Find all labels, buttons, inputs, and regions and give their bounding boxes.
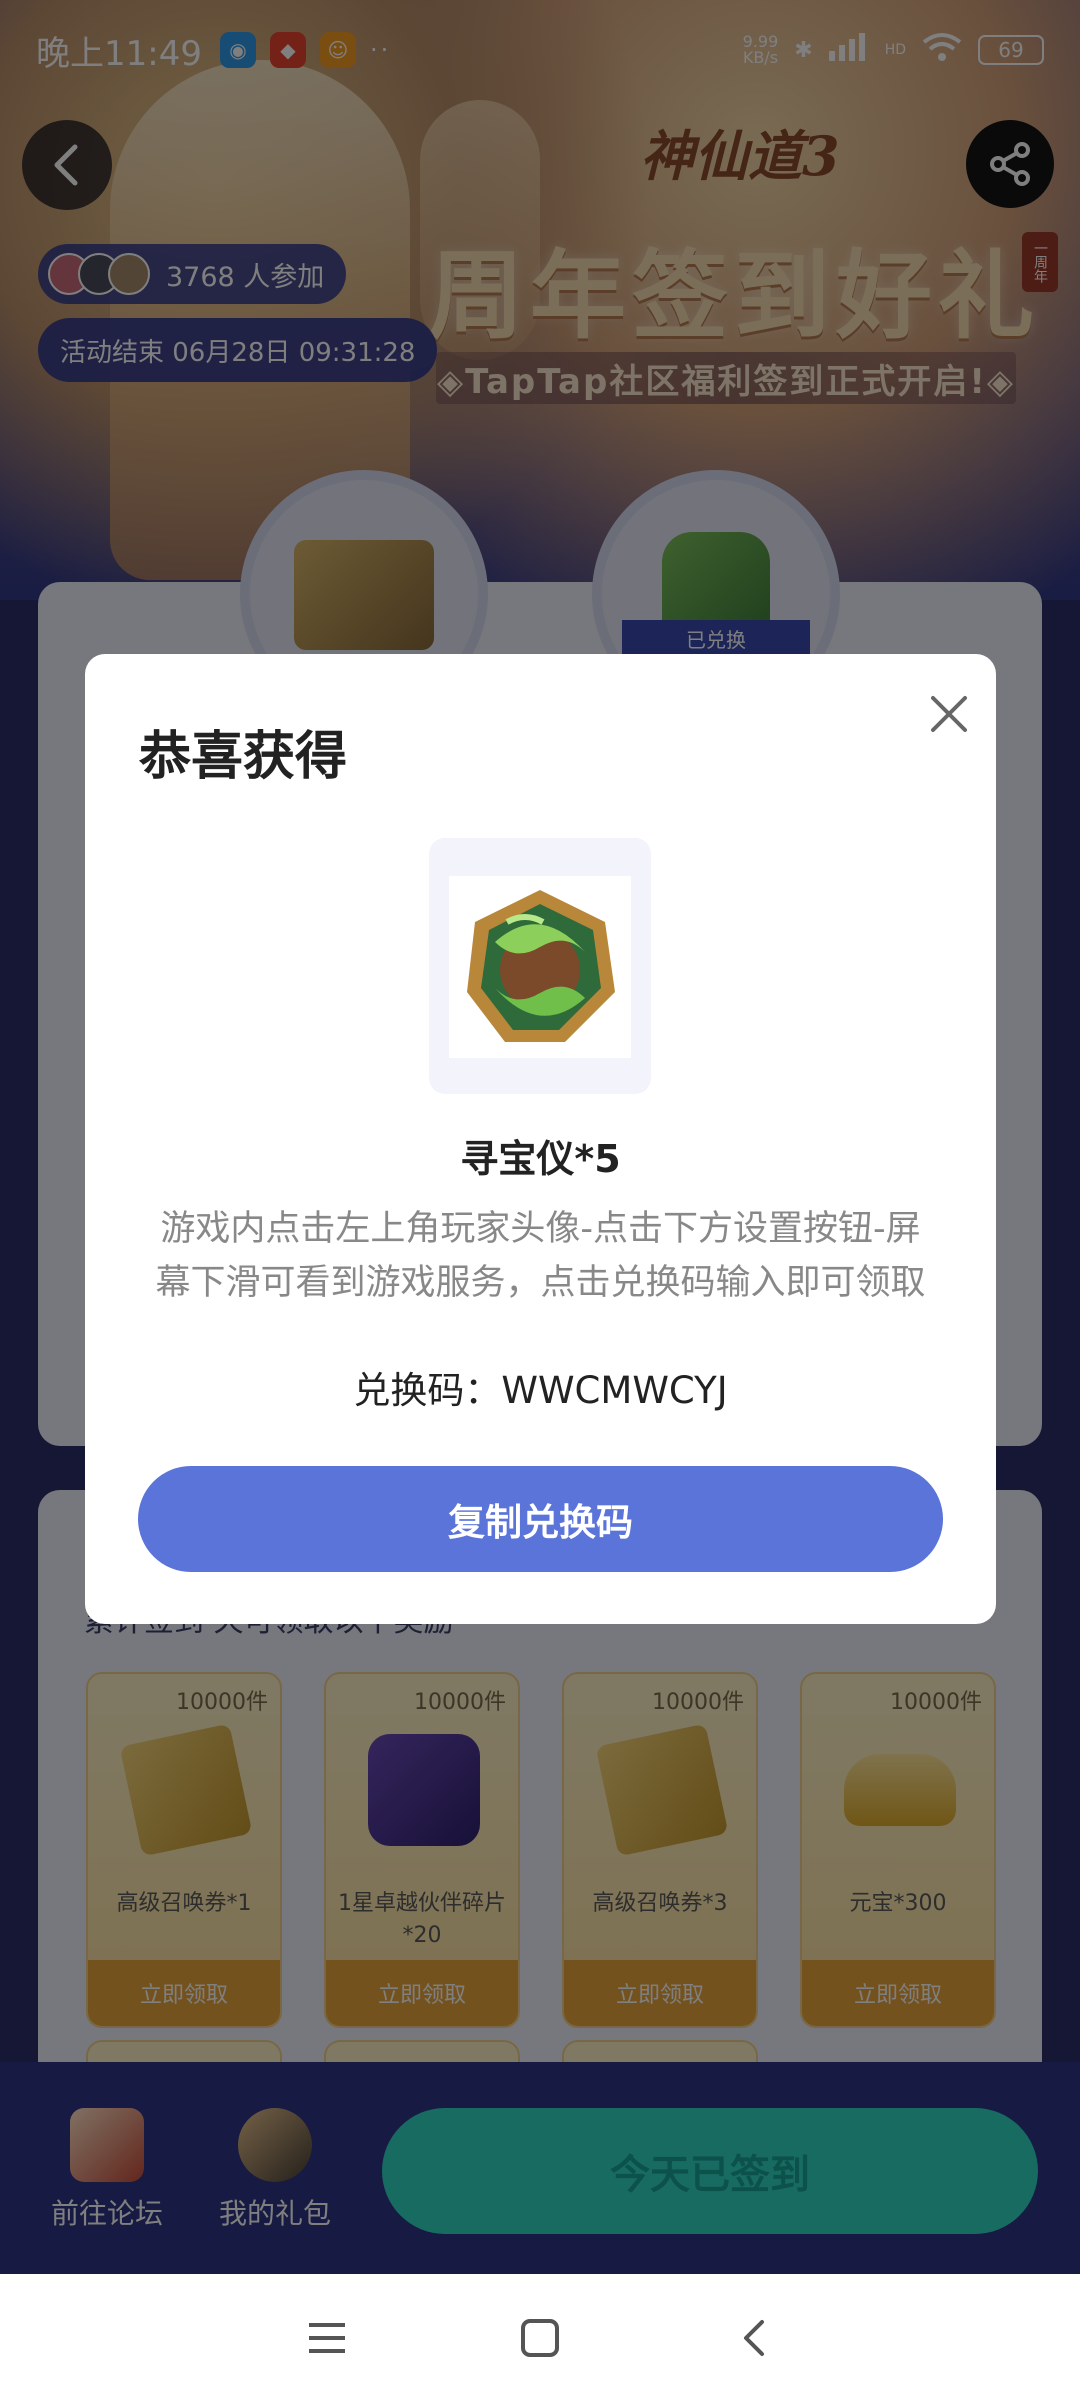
recents-button[interactable] — [297, 2308, 357, 2368]
redeem-code-value: WWCMWCYJ — [501, 1369, 728, 1412]
copy-code-button[interactable]: 复制兑换码 — [138, 1466, 943, 1572]
prize-description: 游戏内点击左上角玩家头像-点击下方设置按钮-屏幕下滑可看到游戏服务，点击兑换码输… — [155, 1209, 926, 1303]
close-icon — [931, 696, 967, 732]
treasure-finder-icon — [467, 890, 615, 1042]
home-square-icon — [520, 2318, 559, 2357]
prize-name: 寻宝仪*5 — [460, 1137, 621, 1181]
reward-dialog: 恭喜获得 寻宝仪*5 游戏内点击左上角玩家头像-点击下方设置按钮-屏幕下滑可看到… — [85, 654, 996, 1624]
prize-image — [449, 876, 631, 1058]
system-nav-bar — [0, 2274, 1080, 2401]
close-button[interactable] — [919, 684, 979, 744]
home-button[interactable] — [510, 2308, 570, 2368]
chevron-left-icon — [744, 2319, 765, 2356]
prize-image-frame — [429, 838, 651, 1094]
redeem-code-label: 兑换码： — [353, 1369, 502, 1412]
system-back-button[interactable] — [723, 2308, 783, 2368]
redeem-code-row: 兑换码：WWCMWCYJ — [85, 1360, 996, 1414]
dialog-title: 恭喜获得 — [139, 727, 348, 787]
menu-icon — [308, 2322, 345, 2353]
